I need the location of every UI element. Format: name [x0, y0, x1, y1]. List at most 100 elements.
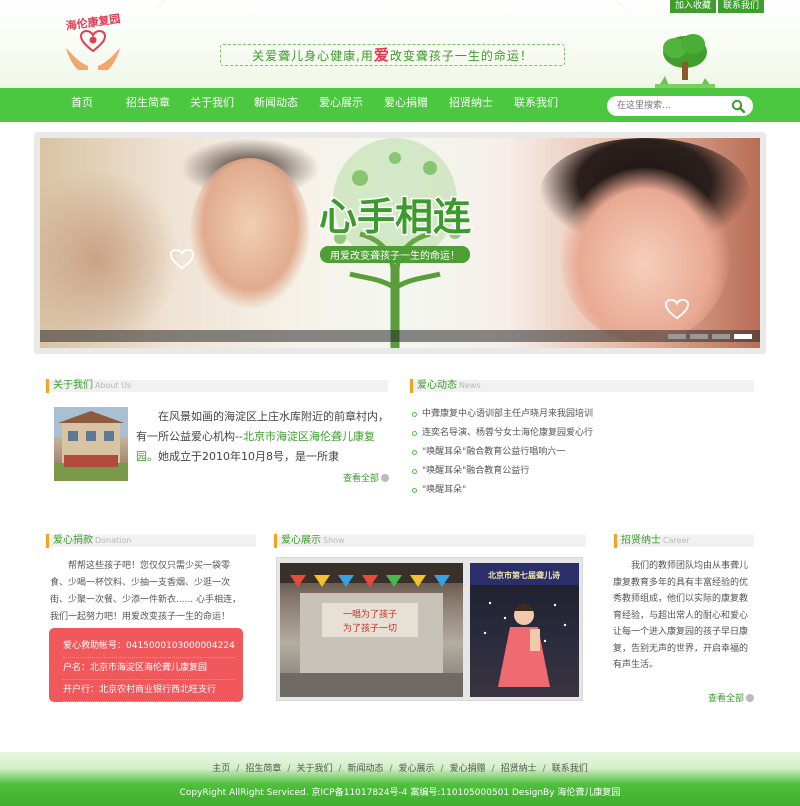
news-item[interactable]: "唤醒耳朵"融合教育公益行 — [412, 462, 752, 481]
footer-link-news[interactable]: 新闻动态 — [347, 764, 383, 774]
banner-title: 心手相连 — [319, 195, 471, 239]
nav-item-show[interactable]: 爱心展示 — [315, 88, 367, 118]
header: 加入收藏 联系我们 海伦康复园 关爱聋儿身心健康,用爱改变聋孩子一生的命运！ — [0, 0, 800, 88]
about-photo[interactable] — [54, 407, 128, 481]
news-title-en: News — [459, 381, 481, 390]
show-title-en: Show — [323, 536, 345, 545]
slider-dots — [664, 334, 752, 339]
donation-title: 爱心捐款 — [53, 535, 93, 546]
slider-dot-active[interactable] — [734, 334, 752, 339]
career-more-link[interactable]: 查看全部 — [708, 691, 755, 704]
stage-banner-text: 北京市第七届聋儿诗 — [488, 570, 560, 580]
slider-dot[interactable] — [712, 334, 730, 339]
site-logo[interactable]: 海伦康复园 — [58, 12, 128, 74]
career-title: 招贤纳士 — [621, 535, 661, 546]
contact-us-link[interactable]: 联系我们 — [717, 0, 764, 13]
news-item-title: 中聋康复中心语训部主任卢晓月来我园培训 — [422, 409, 594, 419]
banner-child-right — [560, 168, 730, 343]
copyright-text: CopyRight AllRight Serviced. 京ICP备110178… — [179, 788, 621, 798]
news-item-title: 连奕名导演、杨蓉兮女士海伦康复园爱心行 — [422, 428, 594, 438]
classroom-banner-line2: 为了孩子一切 — [343, 622, 397, 634]
search-box — [607, 96, 753, 116]
footer-link-contact[interactable]: 联系我们 — [552, 764, 588, 774]
more-arrow-icon — [381, 474, 390, 482]
slider-dot[interactable] — [690, 334, 708, 339]
about-more-label: 查看全部 — [343, 474, 380, 484]
banner-image[interactable]: 心手相连 用爱改变聋孩子一生的命运！ — [40, 138, 760, 348]
add-favorite-link[interactable]: 加入收藏 — [669, 0, 716, 13]
show-photo-performance[interactable]: 北京市第七届聋儿诗 — [470, 563, 579, 697]
news-item[interactable]: "唤醒耳朵"融合教育公益行唱响六一 — [412, 443, 752, 462]
show-photo-classroom[interactable]: 一唱为了孩子 为了孩子一切 — [280, 563, 463, 697]
show-title: 爱心展示 — [281, 535, 321, 546]
donation-account-name: 户名：北京市海淀区海伦聋儿康复园 — [63, 658, 235, 680]
top-links: 加入收藏 联系我们 — [668, 0, 764, 13]
footer-link-about[interactable]: 关于我们 — [296, 764, 332, 774]
footer-link-home[interactable]: 主页 — [212, 764, 230, 774]
bullet-icon — [412, 450, 417, 455]
slider-bar — [40, 330, 760, 342]
about-title: 关于我们 — [53, 380, 93, 391]
news-item[interactable]: 连奕名导演、杨蓉兮女士海伦康复园爱心行 — [412, 424, 752, 443]
rainbow-decoration — [150, 0, 630, 80]
footer-links: 主页 / 招生简章 / 关于我们 / 新闻动态 / 爱心展示 / 爱心捐赠 / 招贤纳士 / 联系我们 — [212, 764, 588, 774]
news-item-title: "唤醒耳朵"融合教育公益行唱响六一 — [422, 447, 566, 457]
donation-account: 爱心救助帐号：0415000103000004224 — [63, 636, 235, 658]
nav-item-news[interactable]: 新闻动态 — [250, 88, 302, 118]
slogan-highlight: 爱 — [373, 46, 390, 64]
search-icon[interactable] — [731, 99, 745, 113]
footer-link-donation[interactable]: 爱心捐赠 — [450, 764, 486, 774]
news-section-title: 爱心动态 News — [410, 379, 481, 393]
slogan-banner: 关爱聋儿身心健康,用爱改变聋孩子一生的命运！ — [220, 44, 565, 66]
banner-subtitle: 用爱改变聋孩子一生的命运！ — [330, 249, 460, 262]
show-section-title: 爱心展示 Show — [274, 534, 345, 548]
performance-image: 北京市第七届聋儿诗 — [470, 563, 579, 687]
news-item-title: "唤醒耳朵"融合教育公益行 — [422, 466, 530, 476]
about-text-end: 她成立于2010年10月8号，是一所隶 — [158, 450, 339, 463]
nav-item-admissions[interactable]: 招生简章 — [122, 88, 174, 118]
banner-slider: 心手相连 用爱改变聋孩子一生的命运！ — [34, 132, 766, 354]
nav-item-contact[interactable]: 联系我们 — [510, 88, 562, 118]
career-more-label: 查看全部 — [708, 694, 745, 704]
nav-item-about[interactable]: 关于我们 — [186, 88, 238, 118]
heart-outline-icon — [665, 298, 689, 320]
donation-section-title: 爱心捐款 Donation — [46, 534, 131, 548]
search-input[interactable] — [617, 98, 727, 114]
heart-outline-icon — [170, 248, 194, 270]
more-arrow-icon — [746, 694, 755, 702]
career-section-title: 招贤纳士 Career — [614, 534, 690, 548]
bullet-icon — [412, 431, 417, 436]
classroom-banner-line1: 一唱为了孩子 — [343, 608, 397, 620]
donation-account-box: 爱心救助帐号：0415000103000004224 户名：北京市海淀区海伦聋儿… — [49, 628, 243, 702]
building-image — [54, 407, 128, 481]
banner-tree-graphic: 心手相连 用爱改变聋孩子一生的命运！ — [317, 138, 473, 348]
donation-bank: 开户行：北京农村商业银行西北旺支行 — [63, 680, 235, 702]
donation-title-en: Donation — [95, 536, 132, 545]
career-title-en: Career — [663, 536, 690, 545]
about-more-link[interactable]: 查看全部 — [343, 471, 390, 484]
news-item-title: "唤醒耳朵" — [422, 485, 467, 495]
tree-icon — [655, 34, 715, 88]
news-item[interactable]: 中聋康复中心语训部主任卢晓月来我园培训 — [412, 405, 752, 424]
banner-child-far-left — [40, 168, 180, 348]
career-text: 我们的教师团队均由从事聋儿康复教育多年的具有丰富经验的优秀教师组成，他们以实际的… — [613, 561, 749, 670]
about-text: 在风景如画的海淀区上庄水库附近的前章村内，有一所公益爱心机构--北京市海淀区海伦… — [136, 407, 390, 467]
classroom-image: 一唱为了孩子 为了孩子一切 — [280, 563, 463, 697]
nav-item-career[interactable]: 招贤纳士 — [445, 88, 497, 118]
bullet-icon — [412, 412, 417, 417]
slogan-part2: 改变聋孩子一生的命运！ — [389, 49, 533, 63]
nav-item-home[interactable]: 首页 — [62, 88, 102, 118]
hands-icon — [66, 48, 120, 70]
slider-dot[interactable] — [668, 334, 686, 339]
footer-link-admissions[interactable]: 招生简章 — [245, 764, 281, 774]
footer-link-show[interactable]: 爱心展示 — [399, 764, 435, 774]
bullet-icon — [412, 469, 417, 474]
news-title: 爱心动态 — [417, 380, 457, 391]
donation-text: 帮帮这些孩子吧！您仅仅只需少买一袋零食、少喝一杯饮料、少抽一支香烟、少逛一次街、… — [50, 561, 242, 622]
nav-item-donation[interactable]: 爱心捐赠 — [380, 88, 432, 118]
about-section-title: 关于我们 About Us — [46, 379, 131, 393]
footer-link-career[interactable]: 招贤纳士 — [501, 764, 537, 774]
bullet-icon — [412, 488, 417, 493]
news-item[interactable]: "唤醒耳朵" — [412, 481, 752, 500]
slogan-part1: 关爱聋儿身心健康,用 — [252, 49, 374, 63]
